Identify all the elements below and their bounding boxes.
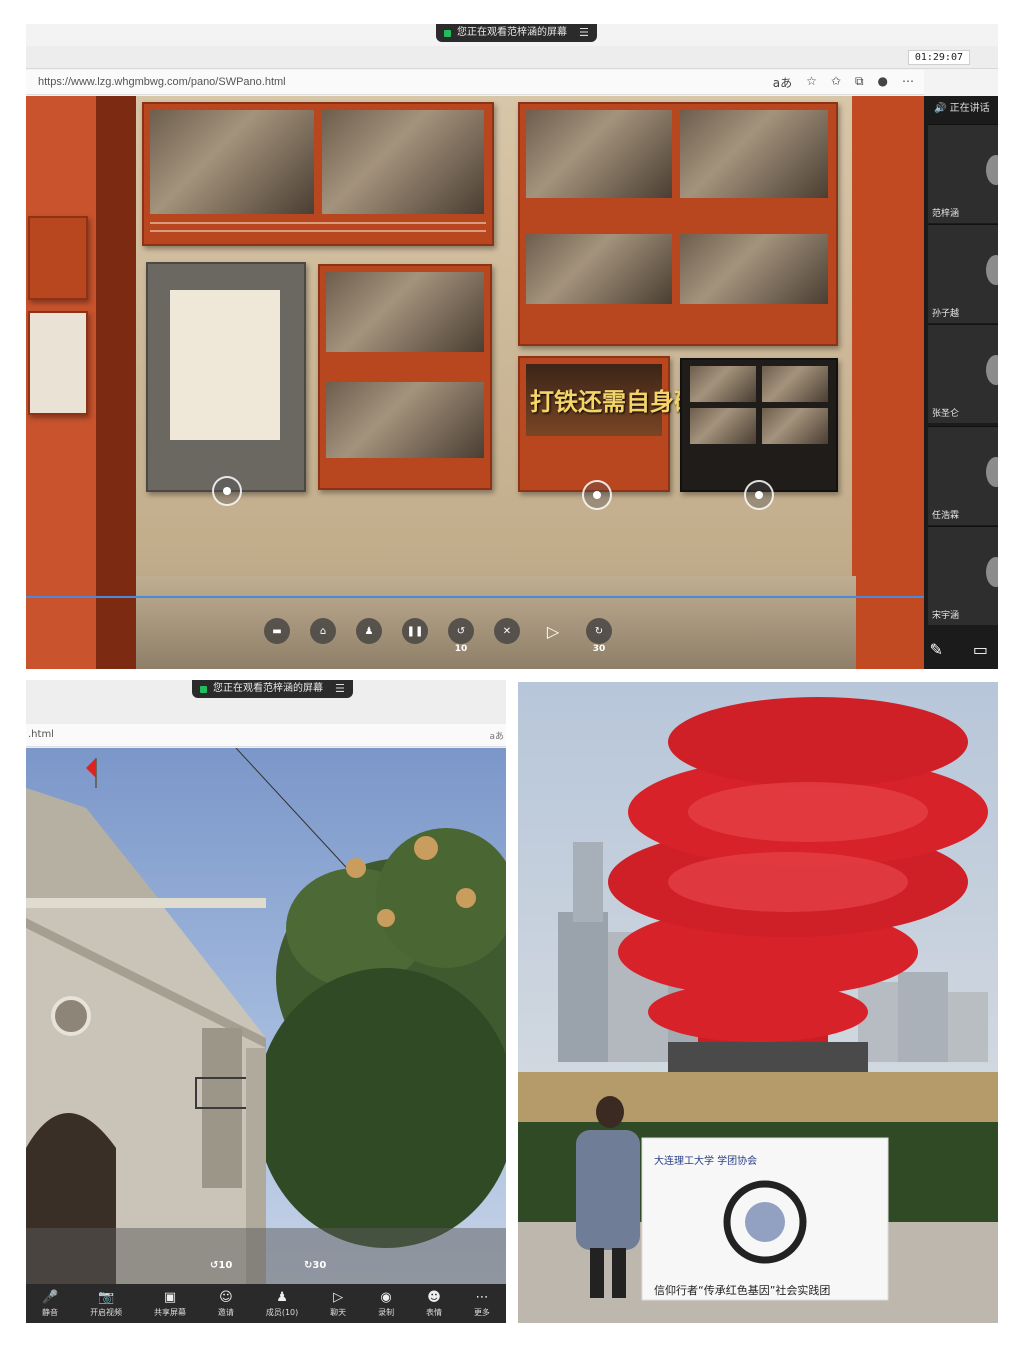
guide-button[interactable]: ♟	[356, 618, 382, 644]
right-wall	[852, 96, 924, 669]
more-icon[interactable]: ⋯	[902, 74, 914, 91]
mute-button[interactable]: 🎤 静音	[42, 1290, 58, 1318]
view-options-icon[interactable]: ☰	[335, 680, 345, 698]
left-exhibit-board-2	[28, 311, 88, 415]
participant-tile[interactable]: 范梓涵	[928, 124, 998, 223]
panorama-controls: ▬ ⌂ ♟ ❚❚ ↺ 10 ✕ ▷ ↻ 30	[264, 618, 612, 654]
view-options-icon[interactable]: ☰	[579, 24, 589, 42]
sharing-indicator-icon	[200, 685, 207, 693]
members-button[interactable]: ♟ 成员(10)	[266, 1290, 298, 1318]
address-bar[interactable]: .html aあ	[26, 724, 506, 747]
comment-button[interactable]: ▬	[264, 618, 290, 644]
banner-header-text: 大连理工大学 学团协会	[654, 1154, 757, 1167]
read-aloud-icon[interactable]: aあ	[773, 74, 792, 91]
exhibit-board-1	[142, 102, 494, 246]
street-scene	[26, 748, 506, 1288]
progress-line	[26, 596, 924, 598]
exhibit-board-portraits	[680, 358, 838, 492]
participant-tile[interactable]: 张圣仑	[928, 324, 998, 423]
hotspot-marker[interactable]	[744, 480, 774, 510]
meeting-timer: 01:29:07	[907, 50, 970, 65]
members-icon: ♟	[276, 1289, 288, 1305]
top-screenshot: 您正在观看范梓涵的屏幕 ☰ 01:29:07 https://www.lzg.w…	[26, 24, 998, 669]
invite-button[interactable]: ☺ 邀请	[218, 1290, 234, 1318]
exhibit-board-newspaper	[146, 262, 306, 492]
meeting-toolbar: 🎤 静音 📷 开启视频 ▣ 共享屏幕 ☺ 邀请 ♟ 成员(10) ▷ 聊天 ◉ 录制 ☻ 表情 …	[26, 1284, 506, 1323]
start-video-button[interactable]: 📷 开启视频	[90, 1290, 122, 1318]
screen-share-banner[interactable]: 您正在观看范梓涵的屏幕 ☰	[436, 24, 597, 42]
bottom-left-screenshot: 您正在观看范梓涵的屏幕 ☰ .html aあ 🎤 静音 📷 开启视频 ▣ 共享屏…	[26, 680, 506, 1323]
banner-slogan-text: 信仰行者“传承红色基因”社会实践团	[654, 1283, 830, 1297]
participant-name: 孙子越	[932, 309, 960, 319]
url-text[interactable]: .html	[28, 729, 54, 740]
mic-icon: 🎤	[41, 1289, 59, 1305]
exhibit-board-2	[318, 264, 492, 490]
participant-name: 张圣仑	[932, 409, 960, 419]
overlay-rewind[interactable]: ↺10	[210, 1260, 232, 1271]
record-icon: ◉	[380, 1289, 392, 1305]
participant-name: 宋宇涵	[932, 611, 960, 621]
share-banner-text: 您正在观看范梓涵的屏幕	[457, 27, 567, 38]
sharing-indicator-icon	[444, 29, 451, 37]
profile-icon[interactable]: ●	[878, 74, 888, 91]
chat-icon: ▷	[333, 1289, 344, 1305]
overlay-forward[interactable]: ↻30	[304, 1260, 326, 1271]
favorite-add-icon[interactable]: ☆	[806, 74, 817, 91]
share-screen-icon: ▣	[163, 1289, 177, 1305]
play-button[interactable]: ▷	[540, 618, 566, 644]
exhibit-board-title: 打铁还需自身硬	[518, 356, 698, 492]
layout-icon[interactable]: ▭	[973, 640, 988, 659]
browser-tabstrip	[26, 46, 998, 69]
invite-icon: ☺	[219, 1289, 233, 1305]
address-bar[interactable]: https://www.lzg.whgmbwg.com/pano/SWPano.…	[26, 70, 924, 95]
speaking-header: 🔊 正在讲话	[934, 103, 990, 114]
annotate-icon[interactable]: ✎	[929, 640, 942, 659]
participant-name: 范梓涵	[932, 209, 960, 219]
exhibit-big-title: 打铁还需自身硬	[530, 387, 698, 416]
rewind-button[interactable]: ↺ 10	[448, 618, 474, 654]
more-icon: ⋯	[475, 1289, 489, 1305]
pause-button[interactable]: ❚❚	[402, 618, 428, 644]
forward-button[interactable]: ↻ 30	[586, 618, 612, 654]
may-fourth-square-photo: 大连理工大学 学团协会 信仰行者“传承红色基因”社会实践团	[518, 682, 998, 1323]
screen-share-banner[interactable]: 您正在观看范梓涵的屏幕 ☰	[192, 680, 353, 698]
share-banner-text: 您正在观看范梓涵的屏幕	[213, 683, 323, 694]
record-button[interactable]: ◉ 录制	[378, 1290, 394, 1318]
read-aloud-icon[interactable]: aあ	[489, 729, 504, 742]
scene-button[interactable]: ⌂	[310, 618, 336, 644]
participant-tile[interactable]: 宋宇涵	[928, 526, 998, 625]
left-exhibit-board	[28, 216, 88, 300]
left-pillar	[96, 96, 136, 669]
participant-tile[interactable]: 任浩霖	[928, 426, 998, 525]
participant-tile[interactable]: 孙子越	[928, 224, 998, 323]
camera-off-icon: 📷	[97, 1289, 115, 1305]
more-button[interactable]: ⋯ 更多	[474, 1290, 490, 1318]
participant-panel: 🔊 正在讲话 范梓涵 孙子越 张圣仑 任浩霖 宋宇涵	[924, 96, 998, 669]
chat-button[interactable]: ▷ 聊天	[330, 1290, 346, 1318]
emoji-button[interactable]: ☻ 表情	[426, 1290, 442, 1318]
participant-name: 任浩霖	[932, 511, 960, 521]
emoji-icon: ☻	[427, 1289, 441, 1305]
share-screen-button[interactable]: ▣ 共享屏幕	[154, 1290, 186, 1318]
url-text[interactable]: https://www.lzg.whgmbwg.com/pano/SWPano.…	[38, 76, 286, 88]
bottom-right-photo: 大连理工大学 学团协会 信仰行者“传承红色基因”社会实践团	[518, 682, 998, 1323]
collections-icon[interactable]: ⧉	[855, 74, 864, 91]
vr-button[interactable]: ✕	[494, 618, 520, 644]
exhibit-board-3	[518, 102, 838, 346]
street-view-panorama[interactable]	[26, 748, 506, 1288]
panorama-viewer[interactable]: 打铁还需自身硬 ▬ ⌂ ♟ ❚❚ ↺ 10 ✕ ▷ ↻ 30	[26, 96, 924, 669]
favorites-icon[interactable]: ✩	[831, 74, 841, 91]
hotspot-marker[interactable]	[582, 480, 612, 510]
hotspot-marker[interactable]	[212, 476, 242, 506]
